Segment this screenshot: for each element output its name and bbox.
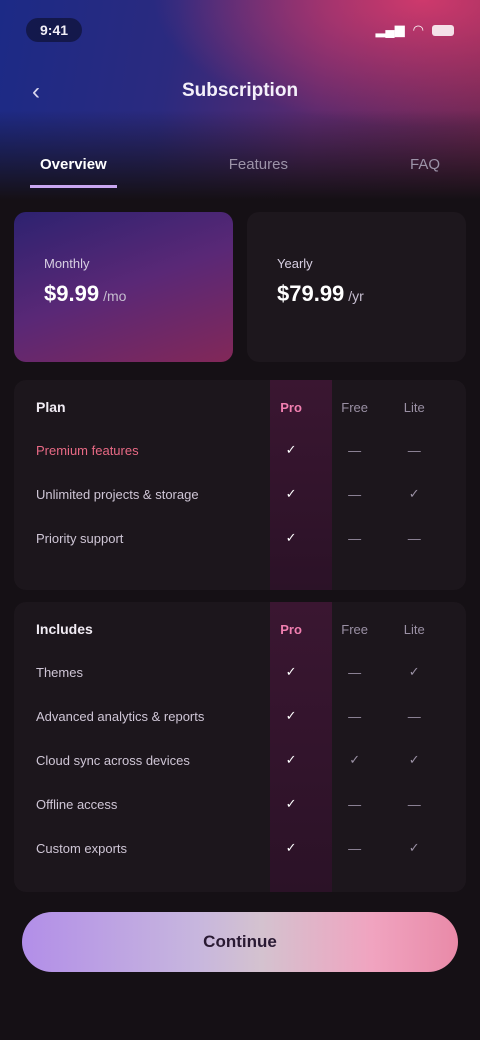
- table-row: Offline access ✓ — —: [14, 782, 466, 826]
- check-icon: ✓: [408, 752, 420, 767]
- table-row: Unlimited projects & storage ✓ — ✓: [14, 472, 466, 516]
- check-icon: ✓: [285, 796, 297, 811]
- check-icon: ✓: [285, 442, 297, 457]
- plan-card-price: $79.99/yr: [277, 281, 364, 306]
- comparison-table-includes: Includes Pro Free Lite Themes ✓ — ✓ Adva…: [14, 602, 466, 892]
- table-header-row: Plan Pro Free Lite: [14, 386, 466, 428]
- dash-icon: —: [348, 796, 362, 812]
- plan-cards: Monthly $9.99/mo Yearly $79.99/yr: [14, 212, 466, 362]
- plan-card-price: $9.99/mo: [44, 281, 127, 306]
- tab-overview[interactable]: Overview: [30, 148, 117, 188]
- table-row: Themes ✓ — ✓: [14, 650, 466, 694]
- check-icon: ✓: [285, 752, 297, 767]
- feature-name: Themes: [36, 664, 83, 680]
- feature-name: Premium features: [36, 442, 139, 458]
- status-bar: 9:41 ▂▄▆ ◠: [26, 18, 454, 42]
- check-icon: ✓: [285, 708, 297, 723]
- dash-icon: —: [348, 530, 362, 546]
- dash-icon: —: [407, 796, 421, 812]
- dash-icon: —: [407, 442, 421, 458]
- subscription-screen: 9:41 ▂▄▆ ◠ ‹ Subscription Overview Featu…: [0, 0, 480, 1040]
- table-header-cell: Pro: [280, 399, 302, 415]
- check-icon: ✓: [285, 664, 297, 679]
- feature-name: Cloud sync across devices: [36, 752, 190, 768]
- plan-card-monthly[interactable]: Monthly $9.99/mo: [14, 212, 233, 362]
- table-header-cell: Free: [341, 621, 368, 637]
- dash-icon: —: [407, 530, 421, 546]
- table-header-cell: Includes: [36, 621, 93, 637]
- table-row: Advanced analytics & reports ✓ — —: [14, 694, 466, 738]
- wifi-icon: ◠: [412, 22, 424, 37]
- check-icon: ✓: [408, 486, 420, 501]
- check-icon: ✓: [349, 752, 361, 767]
- table-header-cell: Pro: [280, 621, 302, 637]
- dash-icon: —: [348, 442, 362, 458]
- table-header-row: Includes Pro Free Lite: [14, 608, 466, 650]
- table-header-cell: Free: [341, 399, 368, 415]
- table-row: Custom exports ✓ — ✓: [14, 826, 466, 870]
- app-header: ‹ Subscription: [0, 74, 480, 110]
- feature-name: Advanced analytics & reports: [36, 708, 205, 724]
- table-row: Premium features ✓ — —: [14, 428, 466, 472]
- table-header-cell: Lite: [403, 399, 425, 415]
- check-icon: ✓: [408, 840, 420, 855]
- page-title: Subscription: [181, 80, 299, 101]
- check-icon: ✓: [285, 486, 297, 501]
- status-icons: ▂▄▆ ◠: [375, 22, 454, 38]
- check-icon: ✓: [285, 530, 297, 545]
- feature-name: Offline access: [36, 796, 118, 812]
- tab-features[interactable]: Features: [219, 148, 298, 188]
- dash-icon: —: [348, 708, 362, 724]
- check-icon: ✓: [408, 664, 420, 679]
- dash-icon: —: [407, 708, 421, 724]
- dash-icon: —: [348, 840, 362, 856]
- status-time: 9:41: [26, 18, 83, 42]
- table-header-cell: Plan: [36, 399, 66, 415]
- comparison-table-plans: Plan Pro Free Lite Premium features ✓ — …: [14, 380, 466, 590]
- plan-card-label: Monthly: [44, 256, 90, 271]
- table-header-cell: Lite: [403, 621, 425, 637]
- feature-name: Priority support: [36, 530, 124, 546]
- dash-icon: —: [348, 486, 362, 502]
- plan-card-label: Yearly: [277, 256, 313, 271]
- table-row: Priority support ✓ — —: [14, 516, 466, 560]
- battery-icon: [432, 24, 454, 36]
- dash-icon: —: [348, 664, 362, 680]
- tab-faq[interactable]: FAQ: [400, 148, 450, 188]
- check-icon: ✓: [285, 840, 297, 855]
- continue-button[interactable]: Continue: [22, 912, 458, 972]
- signal-icon: ▂▄▆: [375, 22, 405, 37]
- plan-card-yearly[interactable]: Yearly $79.99/yr: [247, 212, 466, 362]
- feature-name: Custom exports: [36, 840, 128, 856]
- table-row: Cloud sync across devices ✓ ✓ ✓: [14, 738, 466, 782]
- tab-bar: Overview Features FAQ: [0, 148, 480, 188]
- feature-name: Unlimited projects & storage: [36, 486, 199, 502]
